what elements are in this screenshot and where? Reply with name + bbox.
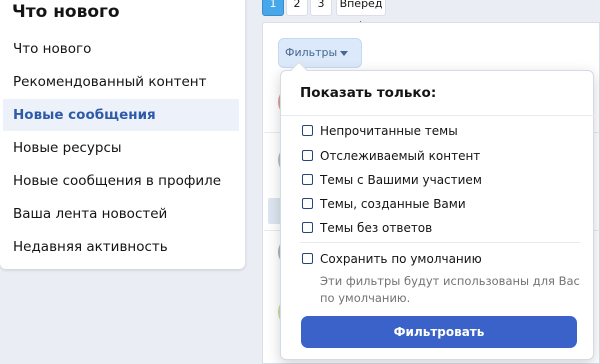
filter-participated-label: Темы с Вашими участием bbox=[320, 173, 482, 187]
menu-divider bbox=[300, 242, 580, 243]
filter-watched-label: Отслеживаемый контент bbox=[320, 149, 481, 163]
checkbox[interactable] bbox=[302, 150, 313, 161]
checkbox[interactable] bbox=[302, 198, 313, 209]
sidebar-item-new-resources[interactable]: Новые ресурсы bbox=[3, 132, 239, 164]
sidebar-title: Что нового bbox=[12, 2, 120, 22]
save-default-option[interactable]: Сохранить по умолчанию bbox=[302, 249, 482, 269]
caret-down-icon bbox=[340, 50, 349, 56]
next-page-label: Вперед bbox=[339, 0, 383, 10]
sidebar: Что нового Что нового Рекомендованный ко… bbox=[0, 0, 245, 269]
sidebar-item-featured[interactable]: Рекомендованный контент bbox=[3, 66, 239, 98]
sidebar-item-latest-activity[interactable]: Недавняя активность bbox=[3, 231, 239, 263]
filter-owned[interactable]: Темы, созданные Вами bbox=[302, 194, 466, 214]
checkbox[interactable] bbox=[302, 125, 313, 136]
page-button-3[interactable]: 3 bbox=[310, 0, 332, 16]
sidebar-item-profile-posts[interactable]: Новые сообщения в профиле bbox=[3, 165, 239, 197]
filter-menu: Показать только: Непрочитанные темы Отсл… bbox=[280, 61, 595, 360]
filter-watched[interactable]: Отслеживаемый контент bbox=[302, 146, 480, 166]
filter-unanswered-label: Темы без ответов bbox=[320, 221, 433, 235]
filters-button-label: Фильтры bbox=[285, 46, 338, 59]
filter-participated[interactable]: Темы с Вашими участием bbox=[302, 170, 482, 190]
checkbox[interactable] bbox=[302, 222, 313, 233]
checkbox[interactable] bbox=[302, 253, 313, 264]
menu-divider bbox=[281, 115, 595, 116]
filter-owned-label: Темы, созданные Вами bbox=[320, 197, 466, 211]
filter-unanswered[interactable]: Темы без ответов bbox=[302, 218, 432, 238]
filter-submit-button[interactable]: Фильтровать bbox=[301, 316, 577, 348]
save-default-label: Сохранить по умолчанию bbox=[320, 252, 482, 266]
sidebar-item-whats-new[interactable]: Что нового bbox=[3, 33, 239, 65]
checkbox[interactable] bbox=[302, 174, 313, 185]
filters-button[interactable]: Фильтры bbox=[278, 38, 362, 68]
page-button-2[interactable]: 2 bbox=[286, 0, 308, 16]
filter-menu-heading: Показать только: bbox=[300, 85, 437, 101]
sidebar-item-new-posts[interactable]: Новые сообщения bbox=[3, 99, 239, 131]
next-page-button[interactable]: Вперед bbox=[336, 0, 386, 29]
filter-unread[interactable]: Непрочитанные темы bbox=[302, 121, 458, 141]
page-button-1[interactable]: 1 bbox=[262, 0, 284, 16]
save-default-hint: Эти фильтры будут использованы для Вас п… bbox=[320, 274, 580, 305]
sidebar-item-news-feed[interactable]: Ваша лента новостей bbox=[3, 198, 239, 230]
filter-unread-label: Непрочитанные темы bbox=[320, 124, 458, 138]
